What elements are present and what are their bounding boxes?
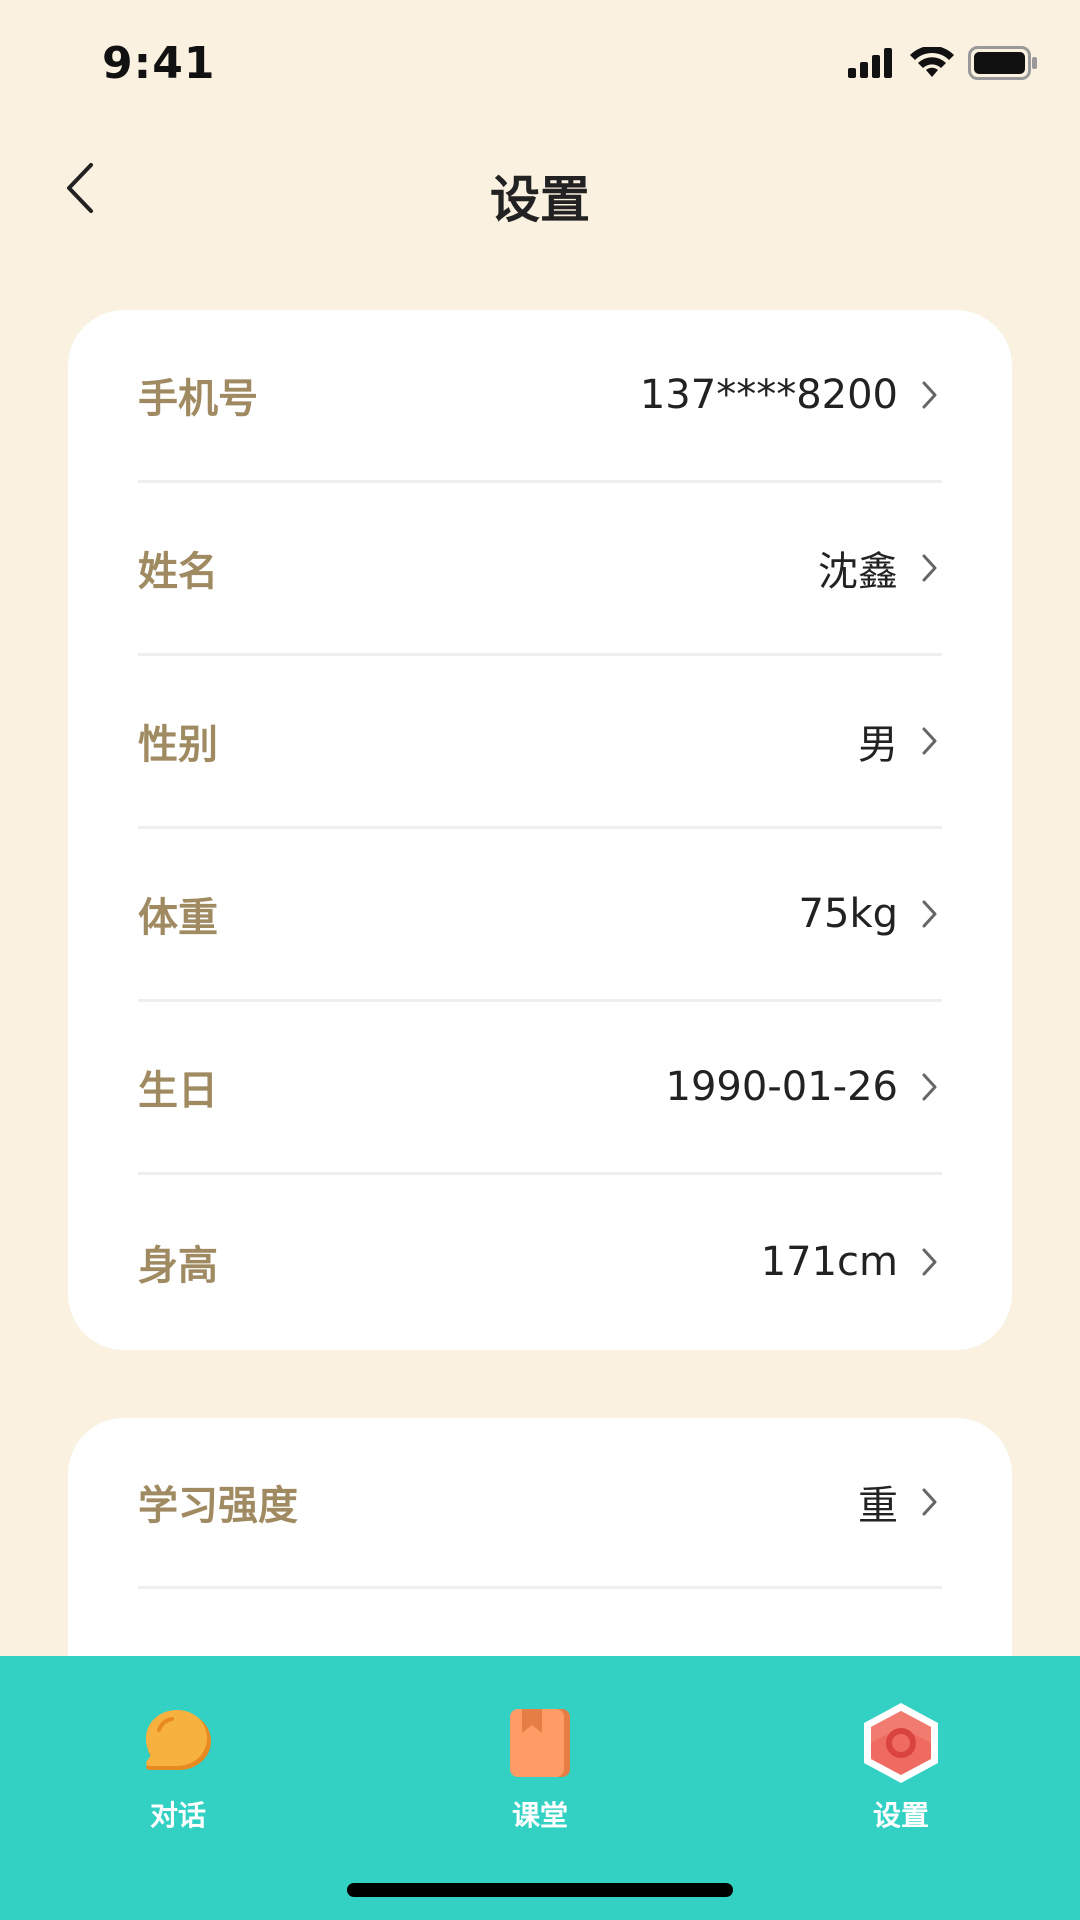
wifi-icon	[910, 45, 954, 83]
battery-icon	[968, 46, 1038, 84]
row-value: 男	[858, 722, 898, 768]
row-label: 学习强度	[138, 1483, 298, 1529]
row-value: 沈鑫	[818, 549, 898, 595]
chevron-right-icon	[922, 1486, 942, 1518]
tab-label: 设置	[872, 1799, 929, 1832]
row-value: 重	[858, 1483, 898, 1529]
signal-icon	[848, 48, 896, 82]
tab-chat[interactable]: 对话	[78, 1700, 278, 1834]
row-label: 性别	[138, 722, 218, 768]
chevron-right-icon	[922, 725, 942, 757]
chevron-right-icon	[922, 1071, 942, 1103]
row-gender[interactable]: 性别 男	[138, 656, 942, 829]
tab-class[interactable]: 课堂	[440, 1700, 640, 1834]
book-icon	[497, 1700, 583, 1786]
chat-bubble-icon	[135, 1700, 221, 1786]
row-label: 体重	[138, 895, 218, 941]
chevron-right-icon	[922, 552, 942, 584]
settings-hex-icon	[858, 1700, 944, 1786]
row-phone[interactable]: 手机号 137****8200	[138, 310, 942, 483]
row-value: 1990-01-26	[665, 1064, 898, 1110]
home-indicator[interactable]	[347, 1883, 733, 1897]
row-study-intensity[interactable]: 学习强度 重	[138, 1418, 942, 1589]
row-weight[interactable]: 体重 75kg	[138, 829, 942, 1002]
chevron-right-icon	[922, 1246, 942, 1278]
row-name[interactable]: 姓名 沈鑫	[138, 483, 942, 656]
status-icons	[848, 45, 1038, 84]
header: 设置	[0, 130, 1080, 250]
row-value: 171cm	[760, 1238, 898, 1285]
status-bar: 9:41	[0, 0, 1080, 130]
tab-label: 对话	[149, 1799, 206, 1832]
row-label: 手机号	[138, 376, 258, 422]
row-label: 生日	[138, 1068, 218, 1114]
profile-card: 手机号 137****8200 姓名 沈鑫 性别 男 体重 75kg 生日 19…	[68, 310, 1012, 1350]
tab-label: 课堂	[511, 1799, 568, 1832]
tab-bar: 对话 课堂 设置	[0, 1656, 1080, 1920]
row-value: 137****8200	[639, 372, 898, 418]
row-height[interactable]: 身高 171cm	[138, 1175, 942, 1348]
tab-settings[interactable]: 设置	[801, 1700, 1001, 1834]
status-time: 9:41	[102, 38, 216, 89]
chevron-right-icon	[922, 898, 942, 930]
row-label: 身高	[138, 1242, 218, 1289]
row-label: 姓名	[138, 549, 218, 595]
chevron-right-icon	[922, 379, 942, 411]
page-title: 设置	[490, 171, 590, 229]
row-birthday[interactable]: 生日 1990-01-26	[138, 1002, 942, 1175]
row-value: 75kg	[798, 891, 898, 937]
